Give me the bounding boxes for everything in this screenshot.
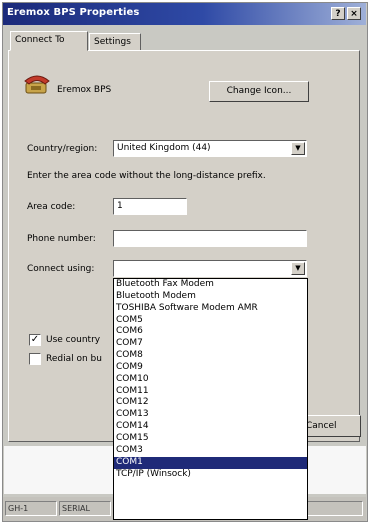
phone-number-field[interactable] [113, 230, 307, 247]
country-select[interactable]: United Kingdom (44) [113, 140, 307, 157]
redial-label: Redial on bu [46, 354, 102, 364]
window-title: Eremox BPS Properties [7, 7, 140, 18]
chevron-down-icon[interactable]: ▼ [291, 142, 305, 155]
dropdown-option[interactable]: TCP/IP (Winsock) [114, 469, 307, 481]
dropdown-option[interactable]: COM10 [114, 374, 307, 386]
dropdown-option[interactable]: COM3 [114, 445, 307, 457]
check-icon: ✓ [30, 334, 40, 345]
area-code-field[interactable]: 1 [113, 198, 187, 215]
dropdown-option[interactable]: COM1 [114, 456, 307, 469]
cancel-button[interactable]: Cancel [299, 415, 361, 437]
dropdown-option[interactable]: Bluetooth Fax Modem [114, 279, 307, 291]
dropdown-option[interactable]: TOSHIBA Software Modem AMR [114, 303, 307, 315]
dropdown-option[interactable]: COM13 [114, 409, 307, 421]
close-button[interactable]: × [347, 7, 361, 20]
country-label: Country/region: [27, 144, 98, 154]
phone-modem-icon [24, 75, 50, 94]
phone-number-label: Phone number: [27, 234, 96, 244]
help-button[interactable]: ? [331, 7, 345, 20]
dropdown-option[interactable]: COM9 [114, 362, 307, 374]
chevron-down-icon[interactable]: ▼ [291, 262, 305, 275]
dropdown-option[interactable]: COM15 [114, 433, 307, 445]
dropdown-option[interactable]: COM5 [114, 315, 307, 327]
use-country-checkbox[interactable]: ✓ [29, 334, 41, 346]
status-left: GH-1 [5, 501, 57, 516]
dropdown-option[interactable]: COM11 [114, 386, 307, 398]
dropdown-option[interactable]: Bluetooth Modem [114, 291, 307, 303]
country-value: United Kingdom (44) [117, 143, 211, 153]
redial-checkbox[interactable] [29, 353, 41, 365]
tab-connect-to[interactable]: Connect To [10, 31, 88, 51]
connect-using-dropdown-list[interactable]: Bluetooth Fax Modem Bluetooth Modem TOSHIB… [113, 278, 308, 520]
area-code-label: Area code: [27, 202, 76, 212]
change-icon-button[interactable]: Change Icon... [209, 81, 309, 102]
area-code-hint: Enter the area code without the long-dis… [27, 171, 266, 181]
area-code-value: 1 [117, 201, 123, 211]
dropdown-option[interactable]: COM14 [114, 421, 307, 433]
tab-label: Settings [94, 37, 131, 47]
tab-label: Connect To [15, 35, 65, 45]
use-country-label: Use country [46, 335, 101, 345]
dropdown-option[interactable]: COM12 [114, 397, 307, 409]
connection-name: Eremox BPS [57, 85, 112, 95]
title-bar: Eremox BPS Properties ? × [3, 3, 366, 25]
dropdown-option[interactable]: COM6 [114, 326, 307, 338]
connect-using-select[interactable] [113, 260, 307, 277]
connect-using-label: Connect using: [27, 264, 95, 274]
tab-settings[interactable]: Settings [89, 33, 141, 51]
dropdown-option[interactable]: COM8 [114, 350, 307, 362]
dropdown-option[interactable]: COM7 [114, 338, 307, 350]
status-mid: SERIAL [59, 501, 111, 516]
